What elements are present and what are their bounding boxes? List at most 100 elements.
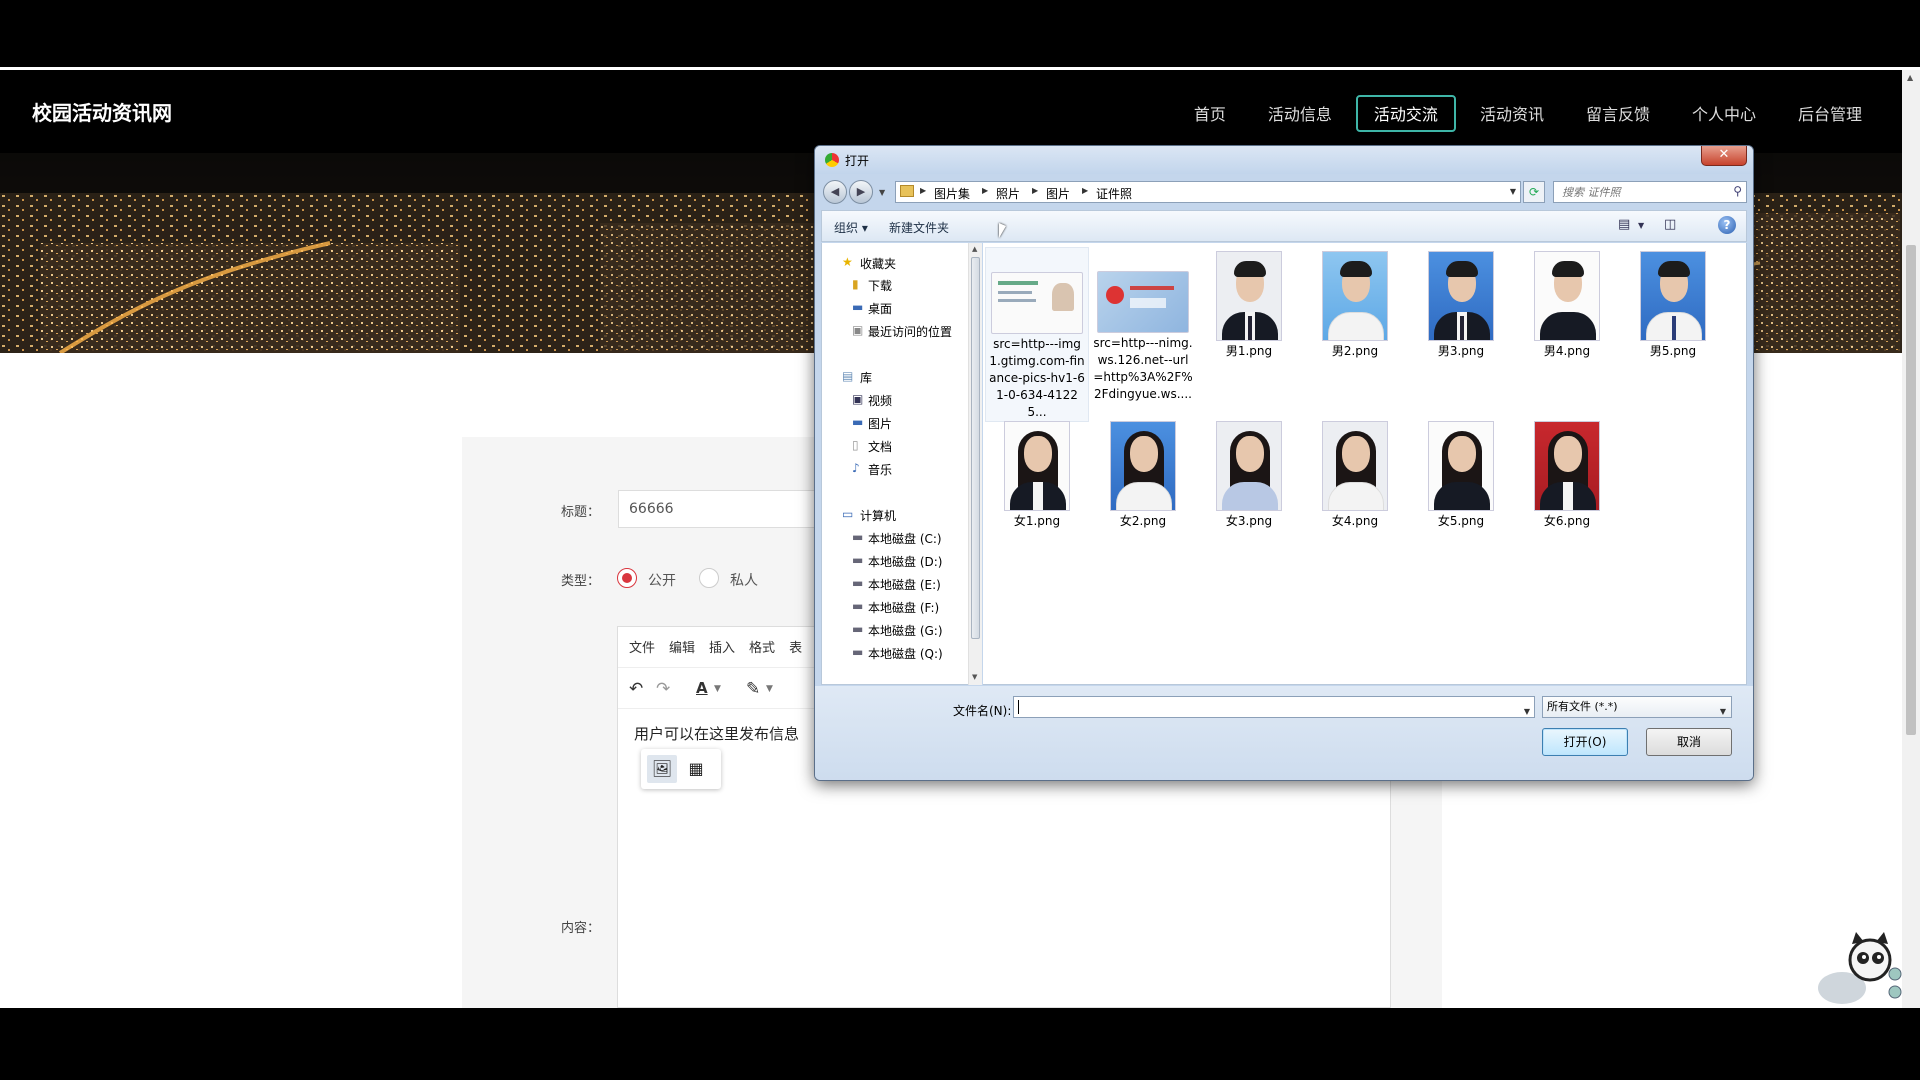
editor-menu-format[interactable]: 格式 — [749, 637, 775, 657]
breadcrumb-item[interactable]: 照片 — [996, 185, 1020, 202]
nav-feedback[interactable]: 留言反馈 — [1568, 95, 1668, 132]
file-item[interactable]: 男2.png — [1303, 247, 1407, 360]
breadcrumb-separator-icon[interactable]: ▶ — [920, 186, 926, 195]
dialog-titlebar[interactable]: 打开 ✕ — [815, 146, 1753, 174]
nav-admin[interactable]: 后台管理 — [1780, 95, 1880, 132]
open-button[interactable]: 打开(O) — [1542, 728, 1628, 756]
close-icon[interactable]: ✕ — [1701, 146, 1747, 166]
file-name[interactable]: 男5.png — [1621, 343, 1725, 360]
file-name[interactable]: src=http---nimg.ws.126.net--url=http%3A%… — [1091, 335, 1195, 403]
new-folder-button[interactable]: 新建文件夹 — [889, 219, 949, 236]
nav-activity-info[interactable]: 活动信息 — [1250, 95, 1350, 132]
file-type-select[interactable]: 所有文件 (*.*) ▼ — [1542, 696, 1732, 718]
tree-item-desktop[interactable]: 桌面 — [868, 300, 892, 317]
search-icon[interactable]: ⚲ — [1733, 184, 1742, 198]
tree-item-videos[interactable]: 视频 — [868, 392, 892, 409]
tree-item-music[interactable]: 音乐 — [868, 461, 892, 478]
refresh-icon[interactable]: ⟳ — [1523, 181, 1545, 203]
file-item[interactable]: 女3.png — [1197, 417, 1301, 530]
file-name[interactable]: 男2.png — [1303, 343, 1407, 360]
address-dropdown-icon[interactable]: ▼ — [1510, 187, 1516, 196]
dialog-search-box[interactable]: ⚲ — [1553, 181, 1747, 203]
tree-item-drive-f[interactable]: 本地磁盘 (F:) — [868, 599, 939, 616]
tree-item-downloads[interactable]: 下载 — [868, 277, 892, 294]
undo-icon[interactable]: ↶ — [629, 679, 643, 699]
file-item[interactable]: 男3.png — [1409, 247, 1513, 360]
scroll-up-arrow-icon[interactable]: ▲ — [1907, 73, 1913, 82]
breadcrumb-item[interactable]: 图片集 — [934, 185, 970, 202]
file-item[interactable]: 男1.png — [1197, 247, 1301, 360]
editor-menu-edit[interactable]: 编辑 — [669, 637, 695, 657]
file-name[interactable]: 女3.png — [1197, 513, 1301, 530]
type-public-label[interactable]: 公开 — [648, 570, 676, 590]
breadcrumb-separator-icon[interactable]: ▶ — [1082, 186, 1088, 195]
image-icon[interactable]: 🖼 — [647, 755, 677, 783]
page-scrollbar[interactable]: ▲ — [1902, 70, 1920, 1008]
editor-menu-table[interactable]: 表 — [789, 637, 802, 657]
tree-item-documents[interactable]: 文档 — [868, 438, 892, 455]
chevron-down-icon[interactable]: ▼ — [714, 684, 721, 694]
file-name[interactable]: src=http---img1.gtimg.com-finance-pics-h… — [986, 336, 1088, 421]
nav-pane-scroll-thumb[interactable] — [971, 257, 980, 639]
forward-arrow-icon[interactable]: ▶ — [849, 180, 873, 204]
back-arrow-icon[interactable]: ◀ — [823, 180, 847, 204]
nav-activity-news[interactable]: 活动资讯 — [1462, 95, 1562, 132]
breadcrumb-separator-icon[interactable]: ▶ — [982, 186, 988, 195]
type-private-radio[interactable] — [699, 568, 719, 588]
chevron-down-icon[interactable]: ▼ — [1720, 702, 1726, 722]
tree-item-drive-g[interactable]: 本地磁盘 (G:) — [868, 622, 943, 639]
type-public-radio[interactable] — [617, 568, 637, 588]
editor-menu-file[interactable]: 文件 — [629, 637, 655, 657]
file-item[interactable]: 女5.png — [1409, 417, 1513, 530]
search-input[interactable] — [1554, 182, 1722, 202]
chevron-down-icon[interactable]: ▼ — [1638, 221, 1644, 230]
nav-user-center[interactable]: 个人中心 — [1674, 95, 1774, 132]
file-item[interactable]: 女6.png — [1515, 417, 1619, 530]
file-item[interactable]: 女1.png — [985, 417, 1089, 530]
organize-button[interactable]: 组织 ▾ — [834, 219, 868, 236]
file-item[interactable]: src=http---nimg.ws.126.net--url=http%3A%… — [1091, 247, 1195, 403]
table-icon[interactable]: ▦ — [681, 755, 711, 783]
text-color-icon[interactable]: A — [696, 679, 708, 697]
tree-item-drive-q[interactable]: 本地磁盘 (Q:) — [868, 645, 943, 662]
file-item[interactable]: src=http---img1.gtimg.com-finance-pics-h… — [985, 247, 1089, 422]
tree-computer[interactable]: 计算机 — [860, 507, 896, 524]
file-name[interactable]: 男1.png — [1197, 343, 1301, 360]
file-item[interactable]: 女4.png — [1303, 417, 1407, 530]
file-item[interactable]: 男4.png — [1515, 247, 1619, 360]
help-icon[interactable]: ? — [1718, 216, 1736, 234]
tree-favorites[interactable]: 收藏夹 — [860, 255, 896, 272]
mascot-widget[interactable] — [1812, 930, 1902, 1008]
type-private-label[interactable]: 私人 — [730, 570, 758, 590]
site-logo[interactable]: 校园活动资讯网 — [32, 97, 172, 126]
tree-item-drive-d[interactable]: 本地磁盘 (D:) — [868, 553, 942, 570]
view-options-icon[interactable]: ▤ — [1618, 217, 1630, 232]
chevron-down-icon[interactable]: ▼ — [766, 684, 773, 694]
file-name[interactable]: 女6.png — [1515, 513, 1619, 530]
nav-activity-exchange[interactable]: 活动交流 — [1355, 95, 1456, 132]
nav-pane-scrollbar[interactable]: ▲ ▼ — [968, 243, 982, 685]
preview-pane-icon[interactable]: ◫ — [1664, 217, 1676, 232]
scroll-up-arrow-icon[interactable]: ▲ — [972, 245, 977, 253]
file-item[interactable]: 女2.png — [1091, 417, 1195, 530]
highlight-icon[interactable]: ✎ — [746, 679, 760, 699]
tree-item-drive-c[interactable]: 本地磁盘 (C:) — [868, 530, 942, 547]
page-scroll-thumb[interactable] — [1906, 245, 1916, 735]
file-name[interactable]: 女4.png — [1303, 513, 1407, 530]
redo-icon[interactable]: ↷ — [656, 679, 670, 699]
tree-item-drive-e[interactable]: 本地磁盘 (E:) — [868, 576, 941, 593]
chevron-down-icon[interactable]: ▼ — [1524, 702, 1530, 722]
filename-input[interactable]: ▼ — [1013, 696, 1535, 718]
file-name[interactable]: 女5.png — [1409, 513, 1513, 530]
address-breadcrumb[interactable]: ▶ 图片集 ▶ 照片 ▶ 图片 ▶ 证件照 ▼ — [895, 181, 1521, 203]
file-name[interactable]: 男4.png — [1515, 343, 1619, 360]
breadcrumb-separator-icon[interactable]: ▶ — [1032, 186, 1038, 195]
file-type-value[interactable]: 所有文件 (*.*) — [1547, 700, 1618, 713]
tree-item-pictures[interactable]: 图片 — [868, 415, 892, 432]
file-name[interactable]: 女2.png — [1091, 513, 1195, 530]
recent-locations-dropdown-icon[interactable]: ▼ — [879, 188, 885, 197]
nav-home[interactable]: 首页 — [1176, 95, 1244, 132]
file-name[interactable]: 男3.png — [1409, 343, 1513, 360]
breadcrumb-item[interactable]: 图片 — [1046, 185, 1070, 202]
file-name[interactable]: 女1.png — [985, 513, 1089, 530]
